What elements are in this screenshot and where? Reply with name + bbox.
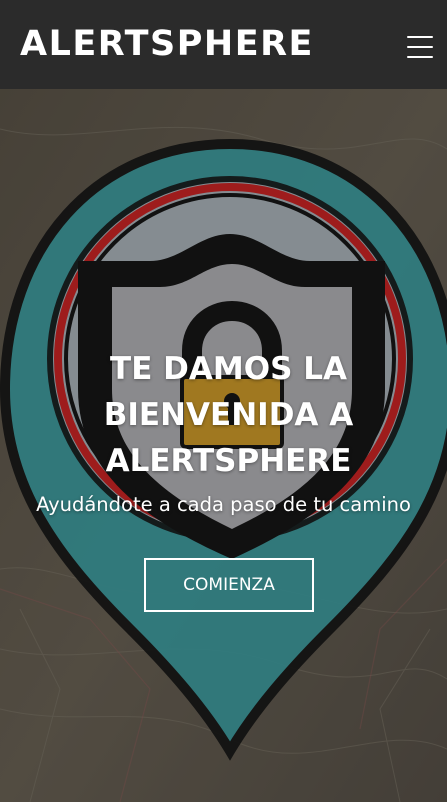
start-button[interactable]: COMIENZA [144, 558, 314, 612]
hamburger-menu-icon[interactable] [407, 35, 433, 58]
menu-bar [407, 45, 433, 48]
page: ALERTSPHERE TE DAMOS LA BIENVENIDA A ALE… [0, 0, 447, 802]
hero-section: TE DAMOS LA BIENVENIDA A ALERTSPHERE Ayu… [0, 89, 447, 802]
hero-content: TE DAMOS LA BIENVENIDA A ALERTSPHERE Ayu… [0, 89, 447, 802]
brand-logo[interactable]: ALERTSPHERE [20, 27, 314, 62]
hero-title: TE DAMOS LA BIENVENIDA A ALERTSPHERE [103, 351, 354, 479]
hero-subtitle: Ayudándote a cada paso de tu camino [36, 493, 411, 516]
menu-bar [407, 55, 433, 58]
navbar: ALERTSPHERE [0, 0, 447, 89]
menu-bar [407, 35, 433, 38]
